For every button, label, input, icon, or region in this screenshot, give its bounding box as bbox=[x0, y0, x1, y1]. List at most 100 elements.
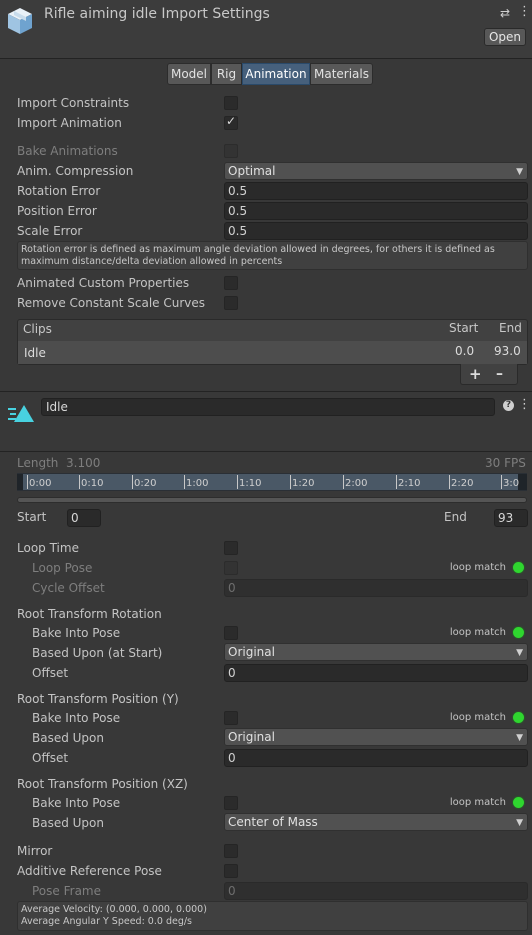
rtr-based-upon-dropdown[interactable]: Original ▼ bbox=[224, 643, 528, 661]
timeline-tick-label: 1:20 bbox=[292, 478, 315, 489]
rtxz-bake-into-pose-checkbox[interactable] bbox=[224, 796, 238, 810]
timeline-tick-label: 1:00 bbox=[186, 478, 209, 489]
position-error-field[interactable]: 0.5 bbox=[224, 202, 528, 220]
end-frame-field[interactable]: 93 bbox=[494, 509, 528, 527]
clip-menu-icon[interactable]: ⋮ bbox=[518, 397, 531, 412]
animated-custom-properties-label: Animated Custom Properties bbox=[17, 276, 190, 290]
mirror-label: Mirror bbox=[17, 844, 53, 858]
start-frame-field[interactable]: 0 bbox=[67, 509, 101, 527]
loop-pose-checkbox bbox=[224, 561, 238, 575]
tab-materials[interactable]: Materials bbox=[310, 63, 373, 85]
clip-row-name: Idle bbox=[24, 346, 46, 360]
rtr-loop-match-indicator bbox=[513, 627, 524, 638]
cycle-offset-label: Cycle Offset bbox=[32, 581, 105, 595]
clips-header-label: Clips bbox=[23, 322, 52, 336]
bake-animations-label: Bake Animations bbox=[17, 144, 118, 158]
compression-help-text: Rotation error is defined as maximum ang… bbox=[21, 244, 495, 267]
rty-offset-field[interactable]: 0 bbox=[224, 749, 528, 767]
timeline-tick bbox=[237, 475, 238, 489]
rtr-offset-field[interactable]: 0 bbox=[224, 664, 528, 682]
timeline-scrollbar[interactable] bbox=[17, 497, 527, 503]
timeline-tick-label: 0:10 bbox=[81, 478, 104, 489]
timeline-tick-label: 0:20 bbox=[134, 478, 157, 489]
add-clip-button[interactable]: + bbox=[469, 365, 482, 383]
tab-model[interactable]: Model bbox=[167, 63, 211, 85]
timeline-tick-label: 1:10 bbox=[239, 478, 262, 489]
rtxz-bake-into-pose-label: Bake Into Pose bbox=[32, 796, 121, 810]
rty-bake-into-pose-checkbox[interactable] bbox=[224, 711, 238, 725]
clips-start-header: Start bbox=[449, 321, 479, 335]
kebab-menu-icon[interactable]: ⋮ bbox=[518, 4, 531, 19]
animated-custom-properties-checkbox[interactable] bbox=[224, 276, 238, 290]
timeline-start-handle[interactable] bbox=[17, 474, 23, 490]
timeline-tick-label: 3:0 bbox=[503, 478, 520, 489]
average-velocity-text: Average Velocity: (0.000, 0.000, 0.000) bbox=[21, 904, 207, 915]
clip-header-divider bbox=[0, 451, 532, 452]
fps-label: 30 FPS bbox=[485, 456, 526, 470]
anim-compression-value: Optimal bbox=[228, 164, 276, 178]
dropdown-arrow-icon: ▼ bbox=[516, 818, 523, 828]
clip-row-idle[interactable] bbox=[18, 341, 527, 364]
timeline-end-handle[interactable] bbox=[518, 474, 527, 490]
clip-row-end: 93.0 bbox=[494, 344, 521, 358]
timeline-tick bbox=[184, 475, 185, 489]
rtxz-based-upon-value: Center of Mass bbox=[228, 815, 318, 829]
remove-clip-button[interactable]: – bbox=[496, 366, 503, 382]
check-mark-icon: ✓ bbox=[226, 114, 237, 128]
additive-reference-pose-checkbox[interactable] bbox=[224, 864, 238, 878]
dropdown-arrow-icon: ▼ bbox=[516, 733, 523, 743]
anim-compression-dropdown[interactable]: Optimal ▼ bbox=[224, 162, 528, 180]
dropdown-arrow-icon: ▼ bbox=[516, 648, 523, 658]
rty-loop-match-label: loop match bbox=[449, 712, 506, 723]
rtr-bake-into-pose-checkbox[interactable] bbox=[224, 626, 238, 640]
clip-name-field[interactable]: Idle bbox=[41, 398, 495, 416]
loop-pose-loop-match-label: loop match bbox=[449, 562, 506, 573]
rtr-based-upon-label: Based Upon (at Start) bbox=[32, 646, 163, 660]
root-transform-position-xz-header: Root Transform Position (XZ) bbox=[17, 777, 188, 791]
loop-time-checkbox[interactable] bbox=[224, 541, 238, 555]
import-constraints-checkbox[interactable] bbox=[224, 96, 238, 110]
remove-constant-scale-curves-label: Remove Constant Scale Curves bbox=[17, 296, 206, 310]
loop-pose-match-indicator bbox=[513, 562, 524, 573]
cycle-offset-field: 0 bbox=[224, 579, 528, 597]
timeline-tick-label: 2:10 bbox=[398, 478, 421, 489]
open-button[interactable]: Open bbox=[484, 28, 526, 46]
timeline-tick-label: 2:20 bbox=[451, 478, 474, 489]
help-icon[interactable]: ? bbox=[503, 400, 514, 411]
rty-offset-label: Offset bbox=[32, 751, 69, 765]
preset-settings-icon[interactable]: ⇄ bbox=[500, 6, 510, 20]
package-cube-icon bbox=[6, 6, 34, 36]
rotation-error-field[interactable]: 0.5 bbox=[224, 182, 528, 200]
timeline-tick bbox=[449, 475, 450, 489]
mirror-checkbox[interactable] bbox=[224, 844, 238, 858]
tab-animation[interactable]: Animation bbox=[242, 63, 310, 85]
compression-help-box: Rotation error is defined as maximum ang… bbox=[17, 241, 528, 270]
average-angular-speed-text: Average Angular Y Speed: 0.0 deg/s bbox=[21, 916, 192, 927]
timeline-tick bbox=[132, 475, 133, 489]
rtr-offset-label: Offset bbox=[32, 666, 69, 680]
length-value: 3.100 bbox=[66, 456, 101, 470]
scale-error-field[interactable]: 0.5 bbox=[224, 222, 528, 240]
import-animation-checkbox[interactable]: ✓ bbox=[224, 114, 238, 130]
remove-constant-scale-curves-checkbox[interactable] bbox=[224, 296, 238, 310]
timeline-tick bbox=[27, 475, 28, 489]
rty-based-upon-label: Based Upon bbox=[32, 731, 104, 745]
timeline-tick bbox=[343, 475, 344, 489]
clip-row-start: 0.0 bbox=[455, 344, 475, 358]
timeline-tick bbox=[290, 475, 291, 489]
clips-end-header: End bbox=[499, 321, 522, 335]
rtxz-based-upon-label: Based Upon bbox=[32, 816, 104, 830]
root-transform-rotation-header: Root Transform Rotation bbox=[17, 607, 162, 621]
dropdown-arrow-icon: ▼ bbox=[516, 167, 523, 177]
timeline-tick-label: 2:00 bbox=[345, 478, 368, 489]
tab-rig[interactable]: Rig bbox=[211, 63, 242, 85]
animation-clip-icon bbox=[7, 403, 35, 423]
rty-based-upon-dropdown[interactable]: Original ▼ bbox=[224, 728, 528, 746]
rotation-error-label: Rotation Error bbox=[17, 184, 101, 198]
rtxz-based-upon-dropdown[interactable]: Center of Mass ▼ bbox=[224, 813, 528, 831]
inspector-title: Rifle aiming idle Import Settings bbox=[44, 6, 270, 22]
additive-reference-pose-label: Additive Reference Pose bbox=[17, 864, 162, 878]
length-label: Length bbox=[17, 456, 59, 470]
rtr-bake-into-pose-label: Bake Into Pose bbox=[32, 626, 121, 640]
timeline-tick-label: 0:00 bbox=[29, 478, 52, 489]
